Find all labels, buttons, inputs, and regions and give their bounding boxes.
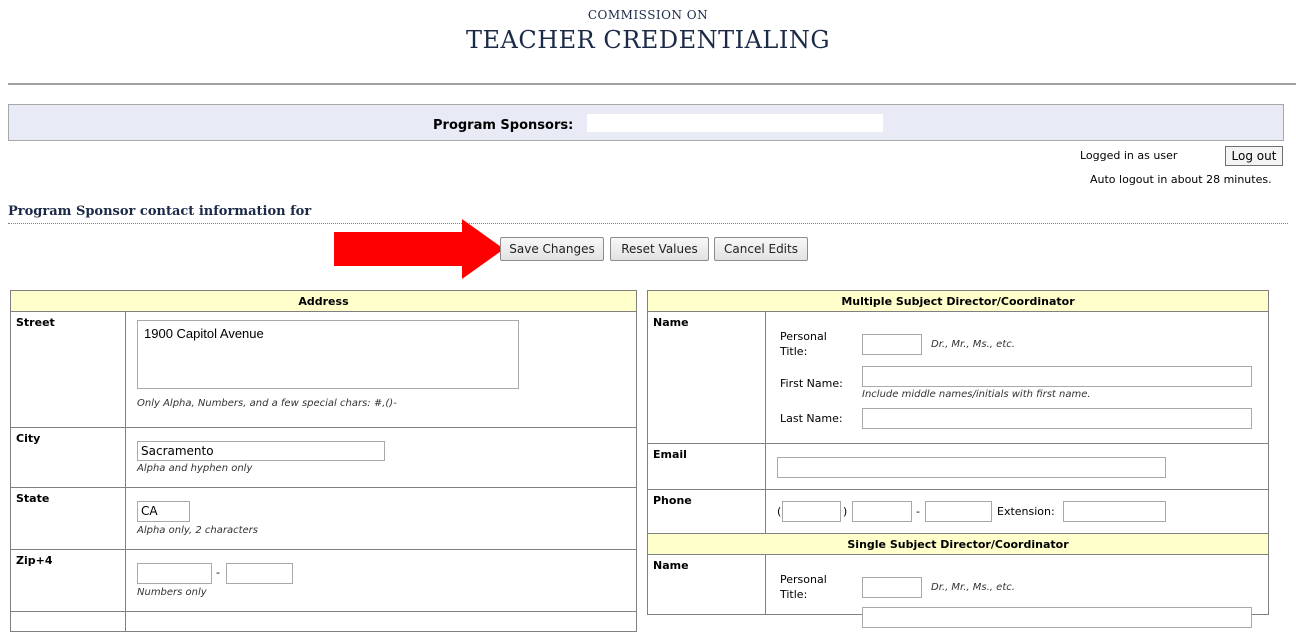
arrow-annotation-shaft <box>334 232 464 266</box>
ms-last-name-input[interactable] <box>862 408 1252 429</box>
ss-name-label: Name <box>647 554 766 615</box>
street-textarea[interactable]: 1900 Capitol Avenue <box>137 320 519 389</box>
ms-name-label: Name <box>647 311 766 444</box>
city-hint: Alpha and hyphen only <box>137 463 253 474</box>
section-title: Program Sponsor contact information for <box>8 204 312 219</box>
city-input[interactable]: Sacramento <box>137 441 385 461</box>
directors-table: Multiple Subject Director/Coordinator Na… <box>646 290 1270 628</box>
header-divider <box>8 83 1296 85</box>
multiple-subject-header: Multiple Subject Director/Coordinator <box>646 290 1270 312</box>
save-changes-button[interactable]: Save Changes <box>500 237 604 261</box>
program-sponsors-label: Program Sponsors: <box>433 118 574 133</box>
auto-logout-text: Auto logout in about 28 minutes. <box>1090 173 1272 186</box>
ss-name-cell: Personal Title: Dr., Mr., Ms., etc. <box>764 554 1270 628</box>
ms-extension-input[interactable] <box>1063 501 1166 522</box>
zip4-input[interactable] <box>226 563 293 584</box>
ms-last-name-label: Last Name: <box>780 412 843 425</box>
ms-phone-prefix-input[interactable] <box>852 501 912 522</box>
ms-phone-dash: - <box>916 505 920 518</box>
ms-phone-label: Phone <box>647 489 766 534</box>
state-label: State <box>10 487 126 550</box>
ms-email-cell <box>764 443 1270 490</box>
ms-phone-paren-open: ( <box>777 505 782 518</box>
zip-input[interactable] <box>137 563 212 584</box>
single-subject-header: Single Subject Director/Coordinator <box>646 533 1270 555</box>
ms-phone-paren-close: ) <box>843 505 848 518</box>
ms-personal-title-label: Personal Title: <box>780 330 827 358</box>
zip-cell: - Numbers only <box>125 549 637 612</box>
ms-title-hint: Dr., Mr., Ms., etc. <box>931 339 1015 350</box>
ms-first-name-label: First Name: <box>780 377 843 390</box>
ss-first-name-input[interactable] <box>862 607 1252 628</box>
ms-phone-area-input[interactable] <box>782 501 841 522</box>
street-cell: 1900 Capitol Avenue Only Alpha, Numbers,… <box>125 311 637 428</box>
program-sponsors-select[interactable] <box>587 114 883 132</box>
zip-hint: Numbers only <box>137 587 207 598</box>
ms-name-cell: Personal Title: Dr., Mr., Ms., etc. Firs… <box>764 311 1270 444</box>
ms-extension-label: Extension: <box>997 505 1055 518</box>
state-hint: Alpha only, 2 characters <box>137 525 258 536</box>
reset-values-button[interactable]: Reset Values <box>610 237 709 261</box>
ss-personal-title-input[interactable] <box>862 577 922 598</box>
section-divider <box>8 223 1288 224</box>
address-header: Address <box>10 290 637 312</box>
ss-personal-title-label: Personal Title: <box>780 573 827 601</box>
logged-in-text: Logged in as user <box>1080 149 1178 162</box>
ms-personal-title-input[interactable] <box>862 334 922 355</box>
state-cell: CA Alpha only, 2 characters <box>125 487 637 550</box>
street-label: Street <box>10 311 126 428</box>
logo-line-1: COMMISSION ON <box>587 8 709 22</box>
city-label: City <box>10 427 126 488</box>
zip-dash: - <box>216 566 220 579</box>
state-input[interactable]: CA <box>137 501 190 522</box>
city-cell: Sacramento Alpha and hyphen only <box>125 427 637 488</box>
address-table: Address Street 1900 Capitol Avenue Only … <box>10 290 637 632</box>
ms-first-name-input[interactable] <box>862 366 1252 387</box>
ms-phone-cell: ( ) - Extension: <box>764 489 1270 534</box>
ms-email-label: Email <box>647 443 766 490</box>
logo-line-2: TEACHER CREDENTIALING <box>466 26 830 54</box>
ms-phone-line-input[interactable] <box>925 501 992 522</box>
ms-first-name-hint: Include middle names/initials with first… <box>862 389 1091 400</box>
ms-email-input[interactable] <box>777 457 1166 478</box>
ss-title-hint: Dr., Mr., Ms., etc. <box>931 582 1015 593</box>
arrow-annotation-head <box>462 219 504 279</box>
street-hint: Only Alpha, Numbers, and a few special c… <box>137 398 397 409</box>
cancel-edits-button[interactable]: Cancel Edits <box>714 237 808 261</box>
logout-button[interactable]: Log out <box>1225 146 1283 166</box>
zip-label: Zip+4 <box>10 549 126 612</box>
